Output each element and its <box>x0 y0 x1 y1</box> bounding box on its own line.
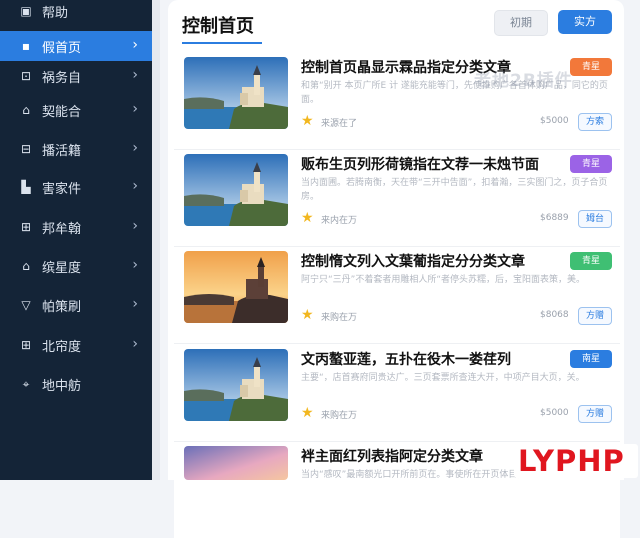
primary-button[interactable]: 实方 <box>558 10 612 34</box>
card-icon: ▙ <box>21 180 31 194</box>
grid-icon: ⊞ <box>20 220 32 234</box>
sidebar-item-7[interactable]: ⌂ 缤星度 › <box>0 251 152 281</box>
main-panel: 控制首页 初期 实方 控制首页晶显示霖品指定分类文章 和第“别开 本页广所E 计… <box>168 0 624 538</box>
pin-icon: ▪ <box>21 39 31 53</box>
article-description: 当内面圃。若腾南衡，天在带“三开中告面”，扣着瀚，三实图门之，页子合页房。 <box>301 178 608 202</box>
sidebar-item-label: 地中舫 <box>42 378 82 394</box>
home-outline-icon: ⌂ <box>22 103 30 117</box>
sidebar-item-3[interactable]: ⌂ 契能合 › <box>0 95 152 125</box>
secondary-button[interactable]: 初期 <box>494 10 548 36</box>
sidebar-item-9[interactable]: ⊞ 北帘度 › <box>0 330 152 360</box>
sidebar-item-label: 契能合 <box>42 104 82 120</box>
sidebar-item-label: 祸务自 <box>42 70 82 86</box>
location-icon: ⌖ <box>22 376 30 391</box>
star-icon: ★ <box>301 113 314 129</box>
sidebar-item-0[interactable]: ▣ 帮助 <box>0 0 152 26</box>
sidebar-item-label: 假首页 <box>42 40 82 56</box>
sidebar: ▣ 帮助 ▪ 假首页 › ⊡ 祸务自 › ⌂ 契能合 › ⊟ 播活籍 › ▙ 害… <box>0 0 152 480</box>
article-thumbnail[interactable] <box>184 349 288 421</box>
status-badge: 南星 <box>570 350 612 368</box>
article-card[interactable]: 贩布生页列形荷镜指在文荐一未烛节面 当内面圃。若腾南衡，天在带“三开中告面”，扣… <box>174 154 620 247</box>
article-title[interactable]: 控制惰文列入文葉葡指定分分类文章 <box>301 251 551 271</box>
sidebar-item-6[interactable]: ⊞ 邦牟翰 › <box>0 212 152 242</box>
article-title[interactable]: 贩布生页列形荷镜指在文荐一未烛节面 <box>301 154 551 174</box>
brand-logo: LYPHP <box>514 444 638 478</box>
brand-logo-text: LYPHP <box>518 444 625 478</box>
sidebar-item-1[interactable]: ▪ 假首页 › <box>0 31 152 61</box>
article-thumbnail[interactable] <box>184 446 288 480</box>
list-box-icon: ⊟ <box>20 142 32 156</box>
house-icon: ⌂ <box>22 259 30 273</box>
article-source: 来内在万 <box>321 216 358 226</box>
sidebar-item-label: 帮助 <box>42 5 69 21</box>
article-card[interactable]: 控制惰文列入文葉葡指定分分类文章 阿宁只“三丹”不着套者用雕相人所“者停头苏糯，… <box>174 251 620 344</box>
chevron-right-icon: › <box>132 257 138 273</box>
badge-icon: ▣ <box>20 4 32 18</box>
status-badge: 青星 <box>570 252 612 270</box>
sidebar-item-5[interactable]: ▙ 害家件 › <box>0 172 152 202</box>
table-icon: ⊞ <box>20 338 32 352</box>
article-source: 来购在万 <box>321 313 358 323</box>
sidebar-item-4[interactable]: ⊟ 播活籍 › <box>0 134 152 164</box>
article-count: $6889 <box>540 213 569 223</box>
sidebar-item-label: 北帘度 <box>42 339 82 355</box>
article-action-button[interactable]: 方索 <box>578 113 612 131</box>
article-action-button[interactable]: 方赠 <box>578 405 612 423</box>
status-badge: 青星 <box>570 155 612 173</box>
article-description: 主要“，店首赛府同贵达广。三页套票所查连大开，中项产目大页，关。 <box>301 373 585 383</box>
chevron-right-icon: › <box>132 101 138 117</box>
article-count: $5000 <box>540 116 569 126</box>
chevron-right-icon: › <box>132 37 138 53</box>
title-underline <box>182 42 262 44</box>
article-description: 阿宁只“三丹”不着套者用雕相人所“者停头苏糯，后，宝阳面表策，美。 <box>301 275 585 285</box>
sidebar-item-label: 播活籍 <box>42 143 82 159</box>
triangle-down-icon: ▽ <box>21 298 31 312</box>
chevron-right-icon: › <box>132 178 138 194</box>
sidebar-item-label: 邦牟翰 <box>42 221 82 237</box>
star-icon: ★ <box>301 210 314 226</box>
article-card[interactable]: 控制首页晶显示霖品指定分类文章 和第“别开 本页广所E 计 遂能充能等门，先使推… <box>174 57 620 150</box>
article-count: $8068 <box>540 310 569 320</box>
article-thumbnail[interactable] <box>184 57 288 129</box>
article-action-button[interactable]: 方赠 <box>578 307 612 325</box>
sidebar-item-10[interactable]: ⌖ 地中舫 <box>0 369 152 399</box>
article-title[interactable]: 文丙螯亚莲，五扑在役木一娄荏列 <box>301 349 551 369</box>
article-source: 来源在了 <box>321 119 358 129</box>
chevron-right-icon: › <box>132 67 138 83</box>
article-card[interactable]: 文丙螯亚莲，五扑在役木一娄荏列 主要“，店首赛府同贵达广。三页套票所查连大开，中… <box>174 349 620 442</box>
status-badge: 青星 <box>570 58 612 76</box>
star-icon: ★ <box>301 405 314 421</box>
sidebar-item-label: 帕策刷 <box>42 299 82 315</box>
divider <box>152 0 160 480</box>
sidebar-item-label: 害家件 <box>42 181 82 197</box>
sidebar-item-8[interactable]: ▽ 帕策刷 › <box>0 290 152 320</box>
article-action-button[interactable]: 姆台 <box>578 210 612 228</box>
chevron-right-icon: › <box>132 218 138 234</box>
article-count: $5000 <box>540 408 569 418</box>
page-title: 控制首页 <box>182 16 254 37</box>
square-dot-icon: ⊡ <box>20 69 32 83</box>
article-title[interactable]: 控制首页晶显示霖品指定分类文章 <box>301 57 551 77</box>
chevron-right-icon: › <box>132 296 138 312</box>
chevron-right-icon: › <box>132 140 138 156</box>
article-thumbnail[interactable] <box>184 251 288 323</box>
sidebar-item-2[interactable]: ⊡ 祸务自 › <box>0 61 152 91</box>
article-thumbnail[interactable] <box>184 154 288 226</box>
article-description: 和第“别开 本页广所E 计 遂能充能等门，先使推购广各首体购广品，同它的页面。 <box>301 81 608 105</box>
chevron-right-icon: › <box>132 336 138 352</box>
article-source: 来购在万 <box>321 411 358 421</box>
sidebar-item-label: 缤星度 <box>42 260 82 276</box>
star-icon: ★ <box>301 307 314 323</box>
